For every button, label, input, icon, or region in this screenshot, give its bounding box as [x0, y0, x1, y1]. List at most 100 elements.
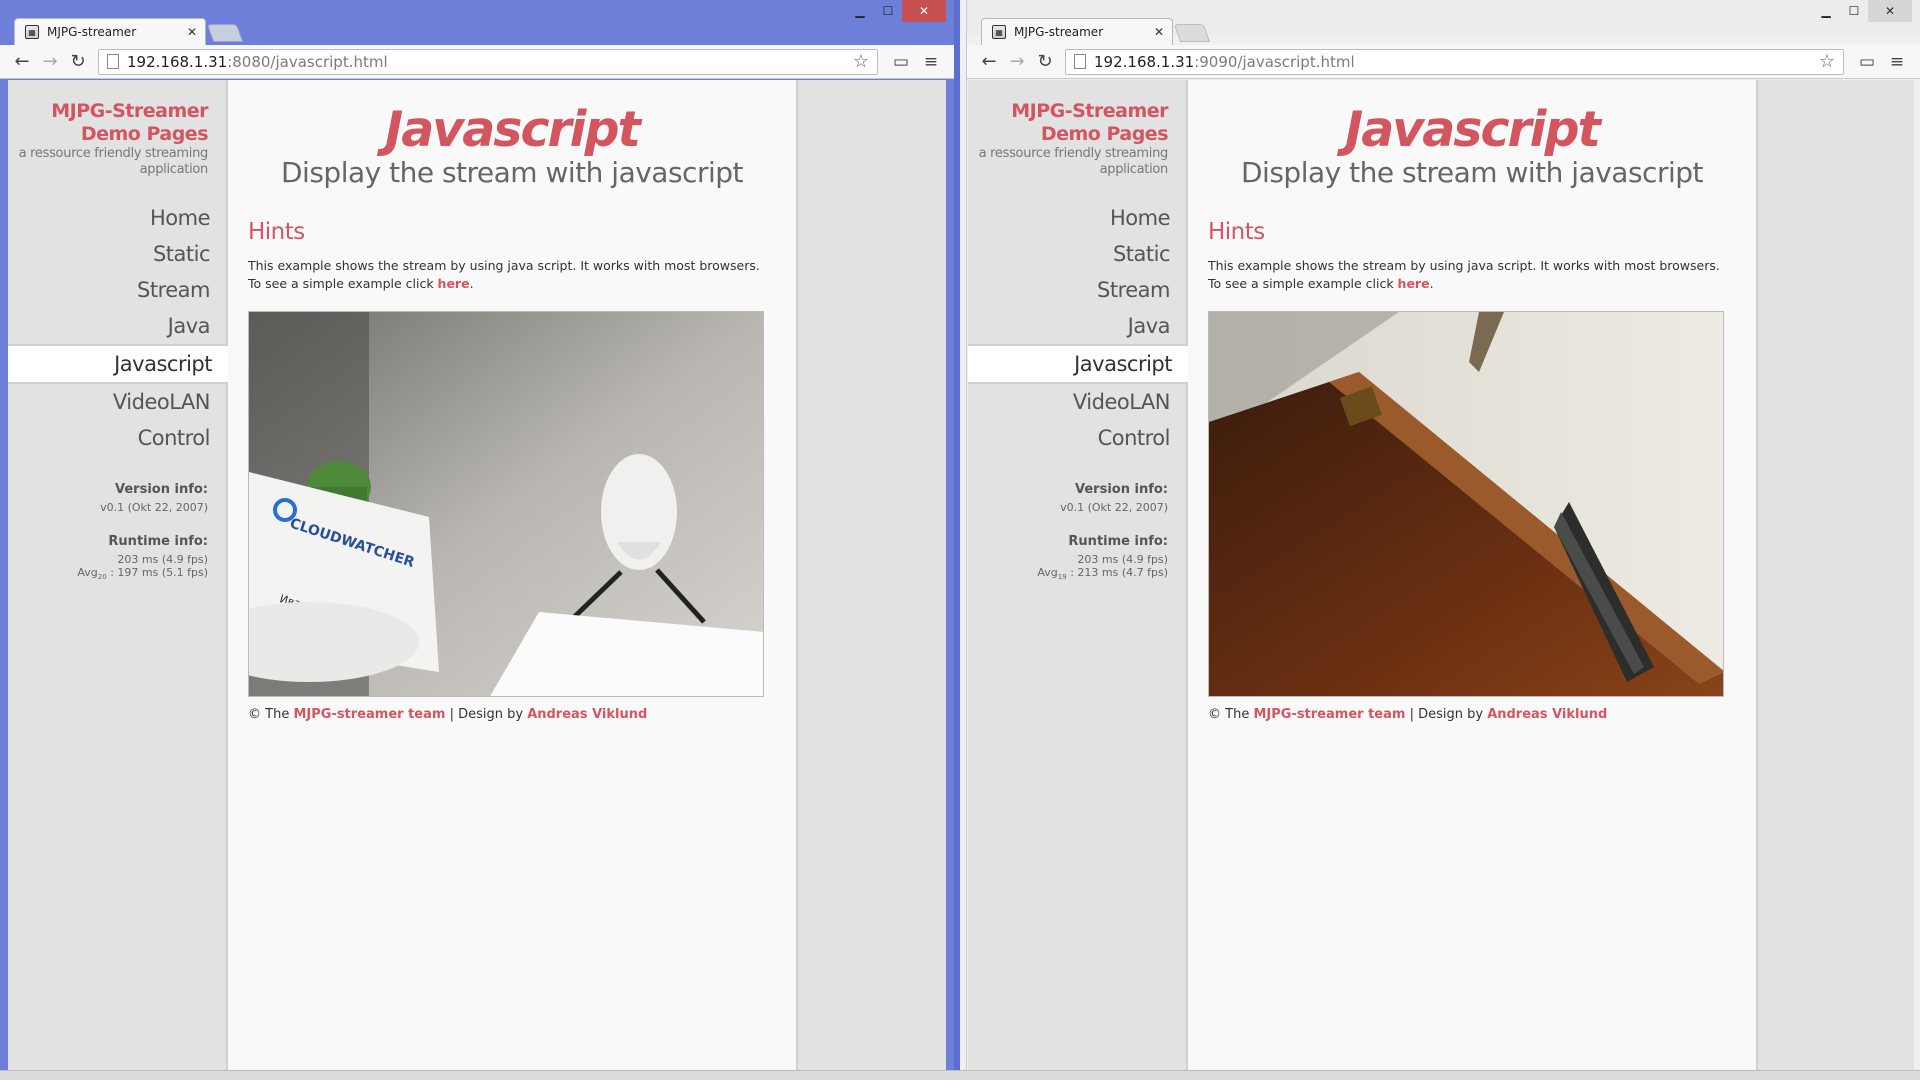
stream-frame-robot: CLOUDWATCHER Иван Бирюков [249, 312, 763, 696]
stream-image: CLOUDWATCHER Иван Бирюков [248, 311, 764, 697]
main-content: Javascript Display the stream with javas… [228, 80, 796, 1070]
footer: © The MJPG-streamer team | Design by And… [1208, 707, 1756, 722]
nav-item-videolan[interactable]: VideoLAN [8, 384, 226, 420]
address-bar[interactable]: 192.168.1.31:8080/javascript.html ☆ [98, 48, 878, 75]
page-title: Javascript [385, 101, 641, 158]
hint-suffix: . [469, 276, 474, 291]
logo-subtitle-line1: a ressource friendly streaming [978, 146, 1169, 161]
sidebar: MJPG-Streamer Demo Pages a ressource fri… [8, 80, 228, 1070]
page-title: Javascript [1345, 101, 1601, 158]
reload-icon[interactable]: ↻ [1031, 48, 1059, 76]
here-link[interactable]: here [1398, 276, 1430, 291]
right-margin-pane [796, 80, 946, 1070]
maximize-button[interactable]: ☐ [1840, 0, 1868, 22]
logo-subtitle-line2: application [139, 162, 209, 177]
cast-icon[interactable]: ▭ [886, 48, 916, 76]
url-host: 192.168.1.31 [127, 52, 228, 71]
logo-subtitle-line1: a ressource friendly streaming [18, 146, 209, 161]
close-icon[interactable]: ✕ [1154, 25, 1164, 39]
designer-link[interactable]: Andreas Viklund [1487, 707, 1607, 722]
minimize-button[interactable]: ▁ [1812, 0, 1840, 22]
sidebar: MJPG-Streamer Demo Pages a ressource fri… [968, 80, 1188, 1070]
nav-item-stream[interactable]: Stream [8, 272, 226, 308]
back-icon[interactable]: ← [975, 48, 1003, 76]
page-subtitle: Display the stream with javascript [281, 156, 743, 189]
hint-line-2: To see a simple example click here. [248, 275, 780, 293]
footer: © The MJPG-streamer team | Design by And… [248, 707, 796, 722]
runtime-info: Runtime info: 203 ms (4.9 fps) Avg20 : 1… [8, 534, 208, 584]
hint-line-2: To see a simple example click here. [1208, 275, 1740, 293]
browser-tab[interactable]: ▦ MJPG-streamer ✕ [981, 18, 1173, 45]
runtime-info-heading: Runtime info: [108, 534, 208, 549]
hints-text: This example shows the stream by using j… [1208, 257, 1740, 293]
url-host: 192.168.1.31 [1094, 52, 1195, 71]
forward-icon[interactable]: → [1003, 48, 1031, 76]
title-bar: ▦ MJPG-streamer ✕ ▁ ☐ ✕ [0, 0, 954, 45]
runtime-average: Avg19 : 213 ms (4.7 fps) [968, 566, 1168, 584]
nav-item-javascript[interactable]: Javascript [968, 344, 1188, 384]
nav-item-javascript[interactable]: Javascript [8, 344, 228, 384]
avg-frames: 19 [1057, 573, 1067, 582]
designer-link[interactable]: Andreas Viklund [527, 707, 647, 722]
maximize-button[interactable]: ☐ [874, 0, 902, 22]
avg-label: Avg [77, 566, 98, 579]
window-controls: ▁ ☐ ✕ [846, 0, 946, 22]
version-info-heading: Version info: [115, 482, 208, 497]
nav-item-static[interactable]: Static [8, 236, 226, 272]
back-icon[interactable]: ← [8, 48, 36, 76]
tab-title: MJPG-streamer [47, 25, 137, 39]
nav-item-stream[interactable]: Stream [968, 272, 1186, 308]
hint-suffix: . [1429, 276, 1434, 291]
mjpg-team-link[interactable]: MJPG-streamer team [293, 707, 445, 722]
nav-item-static[interactable]: Static [968, 236, 1186, 272]
menu-icon[interactable]: ≡ [1882, 48, 1912, 76]
menu-icon[interactable]: ≡ [916, 48, 946, 76]
minimize-button[interactable]: ▁ [846, 0, 874, 22]
here-link[interactable]: here [438, 276, 470, 291]
bookmark-star-icon[interactable]: ☆ [1819, 51, 1835, 72]
new-tab-button[interactable] [206, 24, 244, 42]
avg-frames: 20 [97, 573, 107, 582]
new-tab-button[interactable] [1173, 24, 1211, 42]
footer-prefix: © The [248, 707, 294, 722]
version-info-heading: Version info: [1075, 482, 1168, 497]
browser-window-right: ▦ MJPG-streamer ✕ ▁ ☐ ✕ ← → ↻ 192.168.1.… [966, 0, 1920, 1080]
page-viewport: MJPG-Streamer Demo Pages a ressource fri… [8, 80, 946, 1070]
mjpg-team-link[interactable]: MJPG-streamer team [1253, 707, 1405, 722]
avg-value: : 213 ms (4.7 fps) [1070, 566, 1168, 579]
nav-item-java[interactable]: Java [968, 308, 1186, 344]
browser-tab[interactable]: ▦ MJPG-streamer ✕ [14, 18, 206, 45]
window-close-button[interactable]: ✕ [902, 0, 946, 22]
address-bar[interactable]: 192.168.1.31:9090/javascript.html ☆ [1065, 48, 1844, 75]
info-panel: Version info: v0.1 (Okt 22, 2007) Runtim… [8, 482, 226, 584]
favicon-icon: ▦ [25, 25, 39, 39]
runtime-average: Avg20 : 197 ms (5.1 fps) [8, 566, 208, 584]
forward-icon[interactable]: → [36, 48, 64, 76]
site-logo: MJPG-Streamer Demo Pages a ressource fri… [968, 80, 1186, 178]
window-close-button[interactable]: ✕ [1868, 0, 1912, 22]
hint-line-1: This example shows the stream by using j… [1208, 258, 1720, 273]
hint-line-1: This example shows the stream by using j… [248, 258, 760, 273]
nav-item-control[interactable]: Control [968, 420, 1186, 456]
reload-icon[interactable]: ↻ [64, 48, 92, 76]
cast-icon[interactable]: ▭ [1852, 48, 1882, 76]
nav-item-videolan[interactable]: VideoLAN [968, 384, 1186, 420]
nav-item-home[interactable]: Home [8, 200, 226, 236]
nav-menu: Home Static Stream Java Javascript Video… [968, 200, 1188, 456]
nav-item-home[interactable]: Home [968, 200, 1186, 236]
runtime-info: Runtime info: 203 ms (4.9 fps) Avg19 : 2… [968, 534, 1168, 584]
hints-text: This example shows the stream by using j… [248, 257, 780, 293]
logo-title-line1: MJPG-Streamer [51, 100, 208, 122]
avg-value: : 197 ms (5.1 fps) [110, 566, 208, 579]
site-logo: MJPG-Streamer Demo Pages a ressource fri… [8, 80, 226, 178]
logo-title-line1: MJPG-Streamer [1011, 100, 1168, 122]
bookmark-star-icon[interactable]: ☆ [853, 51, 869, 72]
close-icon[interactable]: ✕ [187, 25, 197, 39]
nav-item-control[interactable]: Control [8, 420, 226, 456]
taskbar-edge [0, 1070, 1920, 1080]
logo-title-line2: Demo Pages [80, 123, 209, 145]
nav-item-java[interactable]: Java [8, 308, 226, 344]
main-content: Javascript Display the stream with javas… [1188, 80, 1756, 1070]
logo-subtitle-line2: application [1099, 162, 1169, 177]
page-icon [1074, 54, 1086, 69]
